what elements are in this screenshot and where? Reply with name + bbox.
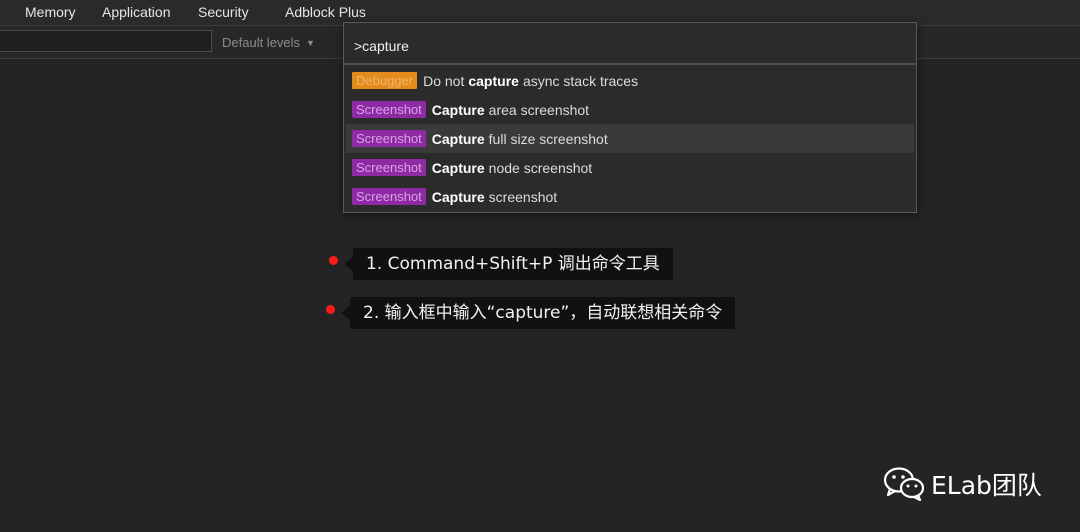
command-item[interactable]: Screenshot Capture screenshot [346, 182, 914, 211]
command-text-suffix: screenshot [488, 188, 558, 205]
command-item-selected[interactable]: Screenshot Capture full size screenshot [346, 124, 914, 153]
command-item[interactable]: Screenshot Capture node screenshot [346, 153, 914, 182]
command-item[interactable]: Debugger Do not capture async stack trac… [346, 66, 914, 95]
tab-application[interactable]: Application [102, 4, 171, 20]
annotation-note-1: 1. Command+Shift+P 调出命令工具 [344, 248, 673, 280]
caret-down-icon: ▼ [306, 38, 315, 48]
command-menu-input[interactable]: >capture [344, 23, 916, 65]
command-match-text: Capture [431, 101, 485, 118]
watermark: ELab团队 [883, 466, 1042, 502]
category-badge-screenshot: Screenshot [352, 159, 426, 176]
command-query: >capture [354, 38, 409, 54]
log-levels-dropdown[interactable]: Default levels ▼ [222, 35, 315, 50]
annotation-note-2: 2. 输入框中输入“capture”，自动联想相关命令 [340, 297, 736, 329]
command-match-text: Capture [431, 159, 485, 176]
category-badge-screenshot: Screenshot [352, 101, 426, 118]
command-text-suffix: full size screenshot [488, 130, 608, 147]
category-badge-debugger: Debugger [352, 72, 418, 89]
annotation-dot-icon [326, 305, 335, 314]
command-text-suffix: async stack traces [522, 72, 639, 89]
command-text-suffix: area screenshot [488, 101, 590, 118]
tab-memory[interactable]: Memory [25, 4, 76, 20]
category-badge-screenshot: Screenshot [352, 188, 426, 205]
annotation-dot-icon [329, 256, 338, 265]
log-levels-label: Default levels [222, 35, 301, 50]
command-menu: >capture Debugger Do not capture async s… [343, 22, 917, 213]
command-item[interactable]: Screenshot Capture area screenshot [346, 95, 914, 124]
tab-adblock-plus[interactable]: Adblock Plus [285, 4, 366, 20]
tab-security[interactable]: Security [198, 4, 249, 20]
category-badge-screenshot: Screenshot [352, 130, 426, 147]
command-match-text: Capture [431, 188, 485, 205]
console-filter-input[interactable] [0, 30, 212, 52]
command-match-text: capture [468, 72, 519, 89]
command-match-text: Capture [431, 130, 485, 147]
wechat-icon [883, 467, 925, 501]
watermark-text: ELab团队 [931, 471, 1042, 500]
command-text-suffix: node screenshot [488, 159, 593, 176]
command-text-prefix: Do not [423, 72, 465, 89]
